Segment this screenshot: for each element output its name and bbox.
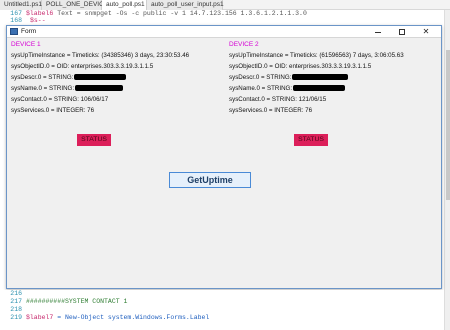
device2-uptime: sysUpTimeInstance = Timeticks: (61596563… [229, 52, 404, 59]
device1-descr: sysDescr.0 = STRING: [11, 74, 74, 81]
device2-objectid: sysObjectID.0 = OID: enterprises.303.3.3… [229, 63, 372, 70]
device1-objectid: sysObjectID.0 = OID: enterprises.303.3.3… [11, 63, 154, 70]
device2-services: sysServices.0 = INTEGER: 76 [229, 107, 313, 114]
device1-heading: DEVICE 1 [11, 41, 41, 48]
tab-auto-poll[interactable]: auto_poll.ps1 [102, 0, 147, 10]
device1-descr-row: sysDescr.0 = STRING: [11, 74, 127, 81]
device2-descr-row: sysDescr.0 = STRING: [229, 74, 349, 81]
code-line[interactable]: $label6 Text = snmpget -Os -c public -v … [26, 10, 307, 17]
editor-scrollbar[interactable] [444, 10, 450, 330]
device1-uptime: sysUpTimeInstance = Timeticks: (34385346… [11, 52, 190, 59]
redaction-mark [292, 74, 349, 81]
device2-contact: sysContact.0 = STRING: 121/06/15 [229, 96, 327, 103]
device1-contact: sysContact.0 = STRING: 106/06/17 [11, 96, 109, 103]
line-number: 216 [10, 290, 22, 297]
device2-name-row: sysName.0 = STRING: [229, 85, 346, 92]
editor-bottom-lines: 216 217 ##########SYSTEM CONTACT 1 218 2… [0, 290, 444, 330]
code-text: = New-Object system.Windows.Forms.Label [53, 314, 210, 321]
window-title: Form [21, 28, 37, 35]
minimize-icon [375, 32, 381, 33]
line-number: 167 [10, 10, 22, 17]
form-window: Form ✕ DEVICE 1 sysUpTimeInstance = Time… [6, 25, 442, 289]
maximize-button[interactable] [391, 26, 413, 38]
line-number: 218 [10, 306, 22, 313]
code-line[interactable]: $label7 = New-Object system.Windows.Form… [26, 314, 209, 321]
window-titlebar[interactable]: Form ✕ [7, 26, 441, 38]
maximize-icon [399, 29, 405, 35]
device1-services: sysServices.0 = INTEGER: 76 [11, 107, 95, 114]
getuptime-button[interactable]: GetUptime [169, 172, 251, 188]
code-variable: $label6 [26, 10, 54, 17]
device2-descr: sysDescr.0 = STRING: [229, 74, 292, 81]
redaction-mark [75, 85, 124, 92]
code-variable: $label7 [26, 314, 54, 321]
code-comment[interactable]: ##########SYSTEM CONTACT 1 [26, 298, 127, 305]
device1-status-label: STATUS [77, 134, 111, 146]
device2-status-label: STATUS [294, 134, 328, 146]
minimize-button[interactable] [367, 26, 389, 38]
tab-untitled1[interactable]: Untitled1.ps1* [0, 0, 44, 10]
code-text: Text = snmpget -Os -c public -v 1 14.7.1… [53, 10, 307, 17]
close-button[interactable]: ✕ [415, 26, 437, 38]
tab-auto-poll-user-input[interactable]: auto_poll_user_input.ps1 [147, 0, 224, 10]
form-app-icon [10, 28, 18, 35]
line-number: 219 [10, 314, 22, 321]
device2-name: sysName.0 = STRING: [229, 85, 293, 92]
redaction-mark [293, 85, 346, 92]
editor-scrollbar-thumb[interactable] [446, 50, 450, 200]
close-icon: ✕ [422, 27, 430, 36]
device2-heading: DEVICE 2 [229, 41, 259, 48]
code-line[interactable]: $s-- [30, 17, 46, 24]
device1-name: sysName.0 = STRING: [11, 85, 75, 92]
line-number: 217 [10, 298, 22, 305]
tab-poll-one-device[interactable]: POLL_ONE_DEVICE.ps1 [42, 0, 120, 10]
editor-tab-bar: Untitled1.ps1* POLL_ONE_DEVICE.ps1 auto_… [0, 0, 450, 10]
redaction-mark [74, 74, 127, 81]
editor-top-lines: 167 $label6 Text = snmpget -Os -c public… [0, 10, 450, 24]
device1-name-row: sysName.0 = STRING: [11, 85, 124, 92]
line-number: 168 [10, 17, 22, 24]
